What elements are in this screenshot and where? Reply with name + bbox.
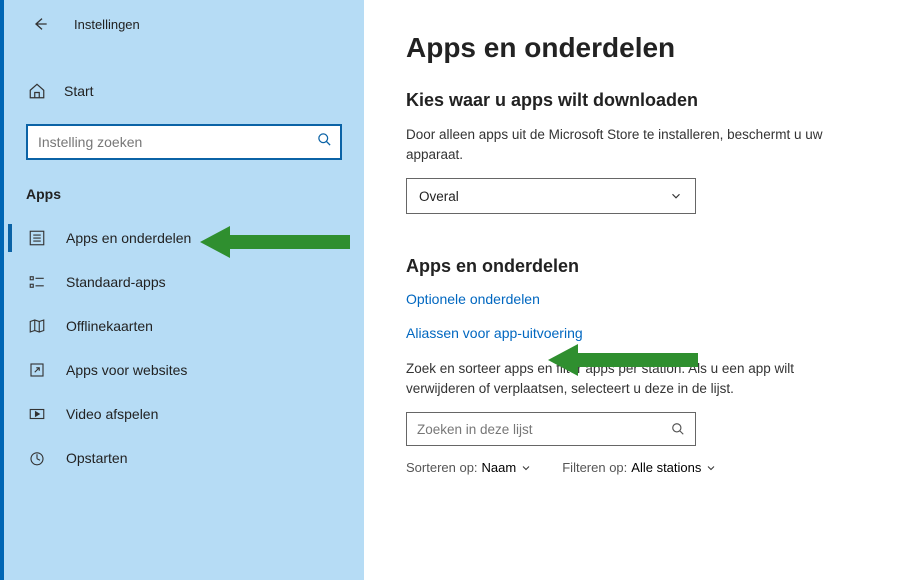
defaults-icon bbox=[28, 273, 46, 291]
nav-apps-features[interactable]: Apps en onderdelen bbox=[0, 216, 364, 260]
page-title: Apps en onderdelen bbox=[406, 32, 864, 64]
download-source-dropdown[interactable]: Overal bbox=[406, 178, 696, 214]
map-icon bbox=[28, 317, 46, 335]
section-body-apps: Zoek en sorteer apps en filter apps per … bbox=[406, 359, 856, 398]
filter-selector[interactable]: Filteren op: Alle stations bbox=[562, 460, 717, 475]
home-icon bbox=[28, 82, 46, 100]
open-external-icon bbox=[28, 361, 46, 379]
list-icon bbox=[28, 229, 46, 247]
nav-label: Standaard-apps bbox=[66, 274, 166, 290]
search-icon bbox=[317, 132, 332, 152]
nav-apps-websites[interactable]: Apps voor websites bbox=[0, 348, 364, 392]
nav-label: Offlinekaarten bbox=[66, 318, 153, 334]
chevron-down-icon bbox=[705, 462, 717, 474]
chevron-down-icon bbox=[669, 189, 683, 203]
arrow-left-icon bbox=[32, 16, 48, 32]
nav-label: Video afspelen bbox=[66, 406, 158, 422]
main-content: Apps en onderdelen Kies waar u apps wilt… bbox=[364, 0, 900, 580]
nav-label: Apps voor websites bbox=[66, 362, 187, 378]
apps-search-placeholder: Zoeken in deze lijst bbox=[417, 422, 533, 437]
filter-value: Alle stations bbox=[631, 460, 701, 475]
nav-label: Apps en onderdelen bbox=[66, 230, 191, 246]
back-button[interactable] bbox=[30, 14, 50, 34]
sort-selector[interactable]: Sorteren op: Naam bbox=[406, 460, 532, 475]
section-heading-apps: Apps en onderdelen bbox=[406, 256, 864, 277]
optional-features-link[interactable]: Optionele onderdelen bbox=[406, 291, 864, 307]
home-button[interactable]: Start bbox=[0, 72, 364, 110]
sidebar-header: Instellingen bbox=[0, 0, 364, 48]
home-label: Start bbox=[64, 83, 94, 99]
nav-default-apps[interactable]: Standaard-apps bbox=[0, 260, 364, 304]
app-aliases-link[interactable]: Aliassen voor app-uitvoering bbox=[406, 325, 864, 341]
startup-icon bbox=[28, 449, 46, 467]
dropdown-value: Overal bbox=[419, 189, 459, 204]
nav-offline-maps[interactable]: Offlinekaarten bbox=[0, 304, 364, 348]
filter-label: Filteren op: bbox=[562, 460, 627, 475]
sort-label: Sorteren op: bbox=[406, 460, 478, 475]
sort-filter-row: Sorteren op: Naam Filteren op: Alle stat… bbox=[406, 460, 864, 475]
nav-label: Opstarten bbox=[66, 450, 127, 466]
settings-search[interactable] bbox=[26, 124, 342, 160]
nav-video-playback[interactable]: Video afspelen bbox=[0, 392, 364, 436]
nav-startup[interactable]: Opstarten bbox=[0, 436, 364, 480]
video-icon bbox=[28, 405, 46, 423]
section-heading-download: Kies waar u apps wilt downloaden bbox=[406, 90, 864, 111]
window-title: Instellingen bbox=[74, 17, 140, 32]
chevron-down-icon bbox=[520, 462, 532, 474]
section-body-download: Door alleen apps uit de Microsoft Store … bbox=[406, 125, 856, 164]
apps-search-input[interactable]: Zoeken in deze lijst bbox=[406, 412, 696, 446]
sort-value: Naam bbox=[482, 460, 517, 475]
search-input[interactable] bbox=[26, 124, 342, 160]
sidebar-category: Apps bbox=[0, 160, 364, 210]
sidebar-nav: Apps en onderdelen Standaard-apps Offlin… bbox=[0, 216, 364, 480]
search-icon bbox=[671, 422, 685, 436]
settings-sidebar: Instellingen Start Apps Apps en onderdel… bbox=[0, 0, 364, 580]
